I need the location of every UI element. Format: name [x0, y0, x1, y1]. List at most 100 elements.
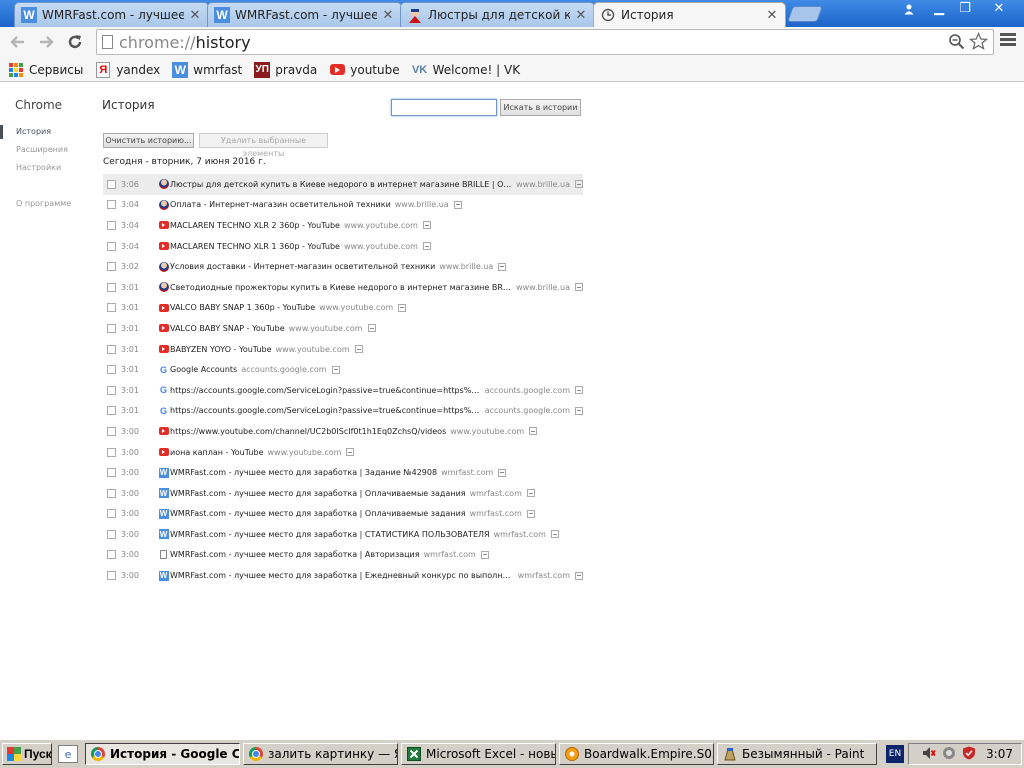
entry-domain-link[interactable]: www.youtube.com — [450, 427, 524, 436]
entry-domain-link[interactable]: www.youtube.com — [344, 221, 418, 230]
reload-icon[interactable] — [63, 30, 87, 54]
entry-checkbox[interactable] — [107, 220, 116, 230]
entry-title-link[interactable]: WMRFast.com - лучшее место для заработка… — [170, 571, 514, 580]
bookmark-star-icon[interactable] — [968, 31, 989, 55]
entry-menu-icon[interactable] — [550, 530, 559, 539]
history-entry[interactable]: 3:00 https://www.youtube.com/channel/UC2b… — [103, 421, 583, 442]
entry-domain-link[interactable]: www.youtube.com — [289, 324, 363, 333]
entry-domain-link[interactable]: wmrfast.com — [470, 509, 522, 518]
entry-checkbox[interactable] — [107, 550, 116, 560]
address-bar[interactable]: chrome://history — [96, 29, 994, 55]
bookmark-vk[interactable]: VK Welcome! | VK — [412, 62, 520, 78]
entry-domain-link[interactable]: www.youtube.com — [276, 345, 350, 354]
entry-title-link[interactable]: WMRFast.com - лучшее место для заработка… — [170, 530, 490, 539]
language-indicator[interactable]: EN — [886, 745, 904, 763]
entry-domain-link[interactable]: wmrfast.com — [441, 468, 493, 477]
history-entry[interactable]: 3:00 WMRFast.com - лучшее место для зараб… — [103, 545, 583, 566]
entry-menu-icon[interactable] — [575, 283, 583, 292]
entry-menu-icon[interactable] — [346, 448, 355, 457]
task-history-chrome[interactable]: История - Google Ch... — [85, 743, 240, 765]
entry-title-link[interactable]: MACLAREN TECHNO XLR 1 360p - YouTube — [170, 242, 340, 251]
bookmark-apps[interactable]: Сервисы — [8, 62, 83, 78]
entry-checkbox[interactable] — [107, 200, 116, 210]
entry-domain-link[interactable]: wmrfast.com — [494, 530, 546, 539]
history-entry[interactable]: 3:01 Ghttps://accounts.google.com/Service… — [103, 380, 583, 401]
entry-checkbox[interactable] — [107, 509, 116, 519]
back-arrow-icon[interactable] — [6, 30, 30, 54]
history-entry[interactable]: 3:04 MACLAREN TECHNO XLR 1 360p - YouTube… — [103, 236, 583, 257]
history-entry[interactable]: 3:01 VALCO BABY SNAP 1 360p - YouTube www.… — [103, 298, 583, 319]
history-entry[interactable]: 3:02 Условия доставки - Интернет-магазин … — [103, 256, 583, 277]
entry-checkbox[interactable] — [107, 179, 116, 189]
history-entry[interactable]: 3:01 VALCO BABY SNAP - YouTube www.youtube… — [103, 318, 583, 339]
entry-checkbox[interactable] — [107, 303, 116, 313]
restore-icon[interactable]: ❐ — [952, 0, 978, 18]
task-excel[interactable]: Microsoft Excel - новый... — [401, 743, 556, 765]
entry-domain-link[interactable]: accounts.google.com — [241, 365, 326, 374]
history-entry[interactable]: 3:00 W WMRFast.com - лучшее место для зара… — [103, 483, 583, 504]
entry-title-link[interactable]: Google Accounts — [170, 365, 237, 374]
task-media-player[interactable]: Boardwalk.Empire.S05E... — [559, 743, 714, 765]
history-entry[interactable]: 3:01 G Google Accounts accounts.google.com — [103, 359, 583, 380]
close-icon[interactable]: ✕ — [765, 8, 779, 23]
entry-menu-icon[interactable] — [575, 180, 583, 189]
entry-checkbox[interactable] — [107, 426, 116, 436]
sidebar-item-extensions[interactable]: Расширения — [16, 145, 68, 154]
entry-domain-link[interactable]: accounts.google.com — [485, 386, 570, 395]
entry-domain-link[interactable]: www.brille.ua — [439, 262, 493, 271]
sidebar-item-history[interactable]: История — [16, 127, 51, 136]
entry-menu-icon[interactable] — [529, 427, 538, 436]
minimize-icon[interactable]: ▁ — [926, 0, 952, 18]
entry-title-link[interactable]: иона каплан - YouTube — [170, 448, 263, 457]
entry-menu-icon[interactable] — [453, 200, 462, 209]
history-entry[interactable]: 3:01 Ghttps://accounts.google.com/Service… — [103, 401, 583, 422]
entry-menu-icon[interactable] — [526, 509, 535, 518]
entry-menu-icon[interactable] — [367, 324, 376, 333]
entry-title-link[interactable]: https://www.youtube.com/channel/UC2b0ISc… — [170, 427, 446, 436]
entry-title-link[interactable]: WMRFast.com - лучшее место для заработка… — [170, 489, 466, 498]
entry-checkbox[interactable] — [107, 385, 116, 395]
entry-menu-icon[interactable] — [422, 242, 431, 251]
entry-checkbox[interactable] — [107, 447, 116, 457]
entry-checkbox[interactable] — [107, 344, 116, 354]
new-tab-button[interactable] — [787, 6, 823, 22]
entry-domain-link[interactable]: www.brille.ua — [516, 283, 570, 292]
close-icon[interactable]: ✕ — [574, 8, 588, 23]
entry-title-link[interactable]: Оплата - Интернет-магазин осветительной … — [170, 200, 391, 209]
entry-title-link[interactable]: WMRFast.com - лучшее место для заработка… — [170, 550, 420, 559]
entry-domain-link[interactable]: www.youtube.com — [267, 448, 341, 457]
entry-menu-icon[interactable] — [354, 345, 363, 354]
entry-title-link[interactable]: MACLAREN TECHNO XLR 2 360p - YouTube — [170, 221, 340, 230]
menu-icon[interactable] — [1000, 33, 1016, 49]
entry-domain-link[interactable]: wmrfast.com — [470, 489, 522, 498]
sidebar-item-settings[interactable]: Настройки — [16, 163, 61, 172]
entry-title-link[interactable]: WMRFast.com - лучшее место для заработка… — [170, 509, 466, 518]
entry-checkbox[interactable] — [107, 262, 116, 272]
entry-domain-link[interactable]: accounts.google.com — [485, 406, 570, 415]
entry-menu-icon[interactable] — [498, 468, 507, 477]
start-button[interactable]: Пуск — [2, 743, 52, 765]
tab-history[interactable]: История ✕ — [593, 2, 786, 27]
entry-domain-link[interactable]: wmrfast.com — [424, 550, 476, 559]
entry-menu-icon[interactable] — [480, 550, 489, 559]
history-entry[interactable]: 3:01 BABYZEN YOYO - YouTube www.youtube.co… — [103, 339, 583, 360]
entry-menu-icon[interactable] — [498, 262, 507, 271]
entry-domain-link[interactable]: www.youtube.com — [344, 242, 418, 251]
entry-title-link[interactable]: VALCO BABY SNAP 1 360p - YouTube — [170, 303, 315, 312]
entry-menu-icon[interactable] — [422, 221, 431, 230]
history-entry[interactable]: 3:04 Оплата - Интернет-магазин осветитель… — [103, 195, 583, 216]
entry-title-link[interactable]: WMRFast.com - лучшее место для заработка… — [170, 468, 437, 477]
close-icon[interactable]: ✕ — [381, 8, 395, 23]
clear-history-button[interactable]: Очистить историю... — [103, 133, 194, 148]
history-search-input[interactable] — [391, 99, 497, 116]
entry-checkbox[interactable] — [107, 468, 116, 478]
entry-title-link[interactable]: BABYZEN YOYO - YouTube — [170, 345, 272, 354]
delete-selected-button[interactable]: Удалить выбранные элементы — [199, 133, 328, 158]
speaker-muted-icon[interactable] — [922, 746, 936, 763]
entry-menu-icon[interactable] — [526, 489, 535, 498]
entry-checkbox[interactable] — [107, 323, 116, 333]
entry-domain-link[interactable]: wmrfast.com — [518, 571, 570, 580]
entry-title-link[interactable]: Условия доставки - Интернет-магазин осве… — [170, 262, 435, 271]
user-icon[interactable] — [896, 0, 922, 18]
entry-title-link[interactable]: VALCO BABY SNAP - YouTube — [170, 324, 285, 333]
